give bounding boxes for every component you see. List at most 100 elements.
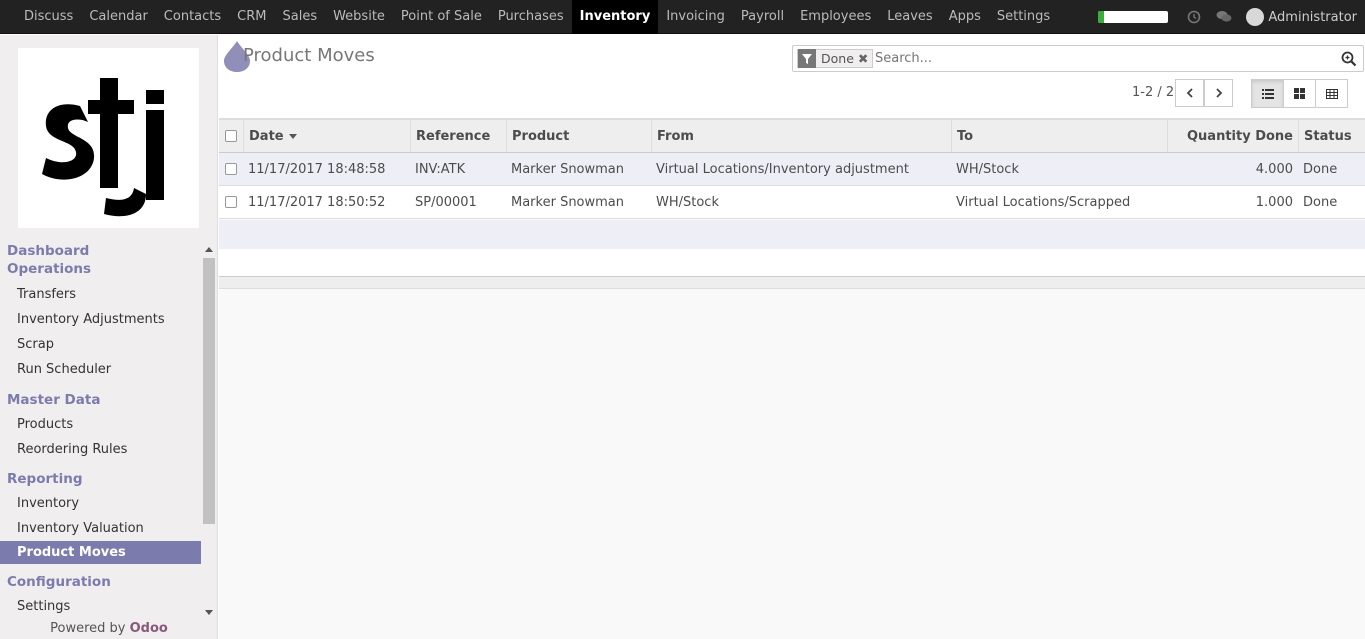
table-row[interactable]: 11/17/2017 18:48:58 INV:ATK Marker Snowm… (219, 153, 1365, 186)
table-row[interactable]: 11/17/2017 18:50:52 SP/00001 Marker Snow… (219, 186, 1365, 219)
filter-icon (798, 49, 816, 68)
sidebar: Dashboard Operations Transfers Inventory… (0, 35, 218, 639)
empty-row (219, 220, 1365, 249)
app-calendar[interactable]: Calendar (81, 0, 155, 34)
sidebar-item-inventory-valuation[interactable]: Inventory Valuation (0, 516, 201, 541)
powered-by: Powered by Odoo (0, 621, 218, 636)
sidebar-item-run-scheduler[interactable]: Run Scheduler (0, 357, 201, 382)
app-purchases[interactable]: Purchases (490, 0, 572, 34)
search-input[interactable] (873, 48, 1313, 69)
user-menu[interactable]: Administrator (1268, 10, 1357, 25)
odoo-link[interactable]: Odoo (130, 621, 168, 636)
app-contacts[interactable]: Contacts (156, 0, 229, 34)
list-view-icon (1261, 88, 1274, 99)
cell-status: Done (1303, 161, 1338, 177)
main-content: Product Moves Done ✖ 1-2 / 2 (219, 35, 1365, 639)
cell-to: Virtual Locations/Scrapped (956, 194, 1131, 210)
pager-next-button[interactable] (1204, 79, 1233, 107)
sidebar-item-inventory[interactable]: Inventory (0, 491, 201, 516)
chevron-left-icon (1186, 88, 1193, 98)
menu-section-configuration: Configuration (7, 574, 111, 590)
powered-by-label: Powered by (50, 621, 126, 636)
sort-caret-icon (288, 133, 297, 139)
app-settings[interactable]: Settings (989, 0, 1058, 34)
app-apps[interactable]: Apps (941, 0, 989, 34)
row-select-cell (219, 186, 243, 218)
row-select-cell (219, 153, 243, 185)
column-header-date[interactable]: Date (243, 120, 411, 152)
column-header-status[interactable]: Status (1298, 120, 1365, 152)
scroll-up-arrow-icon[interactable] (205, 247, 213, 252)
cell-product: Marker Snowman (511, 161, 625, 177)
sidebar-item-scrap[interactable]: Scrap (0, 332, 201, 357)
progress-fill (1098, 11, 1104, 23)
app-crm[interactable]: CRM (229, 0, 274, 34)
menu-section-reporting: Reporting (7, 471, 83, 487)
cell-reference: SP/00001 (415, 194, 477, 210)
row-checkbox[interactable] (225, 163, 237, 175)
column-label-date: Date (249, 128, 284, 144)
search-icon[interactable] (1341, 51, 1357, 67)
table-footer (219, 277, 1365, 289)
top-navbar: Discuss Calendar Contacts CRM Sales Webs… (0, 0, 1365, 34)
sidebar-item-settings[interactable]: Settings (0, 594, 201, 619)
company-logo (18, 48, 199, 228)
app-sales[interactable]: Sales (274, 0, 325, 34)
onboarding-progress-bar[interactable] (1098, 11, 1169, 23)
cell-quantity-done: 1.000 (1255, 194, 1293, 210)
app-leaves[interactable]: Leaves (879, 0, 940, 34)
cell-quantity-done: 4.000 (1255, 161, 1293, 177)
facet-label: Done (821, 51, 854, 66)
control-panel: Product Moves Done ✖ 1-2 / 2 (219, 35, 1365, 119)
sidebar-scrollbar[interactable] (202, 242, 216, 620)
pager-value[interactable]: 1-2 / 2 (1132, 85, 1174, 100)
pivot-view-icon (1325, 88, 1338, 99)
menu-section-master-data: Master Data (7, 392, 101, 408)
scroll-down-arrow-icon[interactable] (205, 610, 213, 615)
column-header-from[interactable]: From (651, 120, 952, 152)
sidebar-item-products[interactable]: Products (0, 412, 201, 437)
empty-row (219, 249, 1365, 277)
menu-section-dashboard[interactable]: Dashboard (0, 242, 201, 260)
app-website[interactable]: Website (325, 0, 393, 34)
cell-date: 11/17/2017 18:50:52 (248, 194, 386, 210)
clock-icon[interactable] (1186, 9, 1202, 25)
select-all-checkbox[interactable] (225, 130, 237, 142)
cell-to: WH/Stock (956, 161, 1019, 177)
sidebar-item-inventory-adjustments[interactable]: Inventory Adjustments (0, 307, 201, 332)
cell-status: Done (1303, 194, 1338, 210)
systray: Administrator (1098, 0, 1357, 34)
sidebar-item-reordering-rules[interactable]: Reordering Rules (0, 437, 201, 462)
search-bar[interactable]: Done ✖ (792, 45, 1364, 72)
cell-date: 11/17/2017 18:48:58 (248, 161, 386, 177)
facet-remove-icon[interactable]: ✖ (858, 51, 872, 66)
pager-previous-button[interactable] (1175, 79, 1204, 107)
app-inventory[interactable]: Inventory (571, 0, 659, 34)
column-header-product[interactable]: Product (506, 120, 652, 152)
sidebar-item-transfers[interactable]: Transfers (0, 282, 201, 307)
app-payroll[interactable]: Payroll (733, 0, 792, 34)
avatar[interactable] (1246, 8, 1265, 26)
app-point-of-sale[interactable]: Point of Sale (393, 0, 490, 34)
list-view-button[interactable] (1251, 79, 1284, 108)
page-title: Product Moves (243, 45, 375, 66)
cell-product: Marker Snowman (511, 194, 625, 210)
cell-from: Virtual Locations/Inventory adjustment (656, 161, 909, 177)
sidebar-item-product-moves[interactable]: Product Moves (0, 541, 201, 564)
kanban-view-button[interactable] (1283, 79, 1316, 108)
column-header-to[interactable]: To (951, 120, 1168, 152)
app-discuss[interactable]: Discuss (16, 0, 81, 34)
row-checkbox[interactable] (225, 196, 237, 208)
scrollbar-thumb[interactable] (203, 258, 215, 524)
chevron-right-icon (1215, 88, 1222, 98)
app-invoicing[interactable]: Invoicing (658, 0, 733, 34)
cell-reference: INV:ATK (415, 161, 466, 177)
column-header-quantity-done[interactable]: Quantity Done (1167, 120, 1299, 152)
app-employees[interactable]: Employees (792, 0, 879, 34)
search-facet[interactable]: Done ✖ (797, 49, 874, 68)
sidebar-menu: Dashboard Operations Transfers Inventory… (0, 242, 201, 619)
column-header-reference[interactable]: Reference (410, 120, 507, 152)
chat-icon[interactable] (1216, 9, 1232, 25)
pivot-view-button[interactable] (1315, 79, 1348, 108)
kanban-view-icon (1294, 88, 1305, 99)
